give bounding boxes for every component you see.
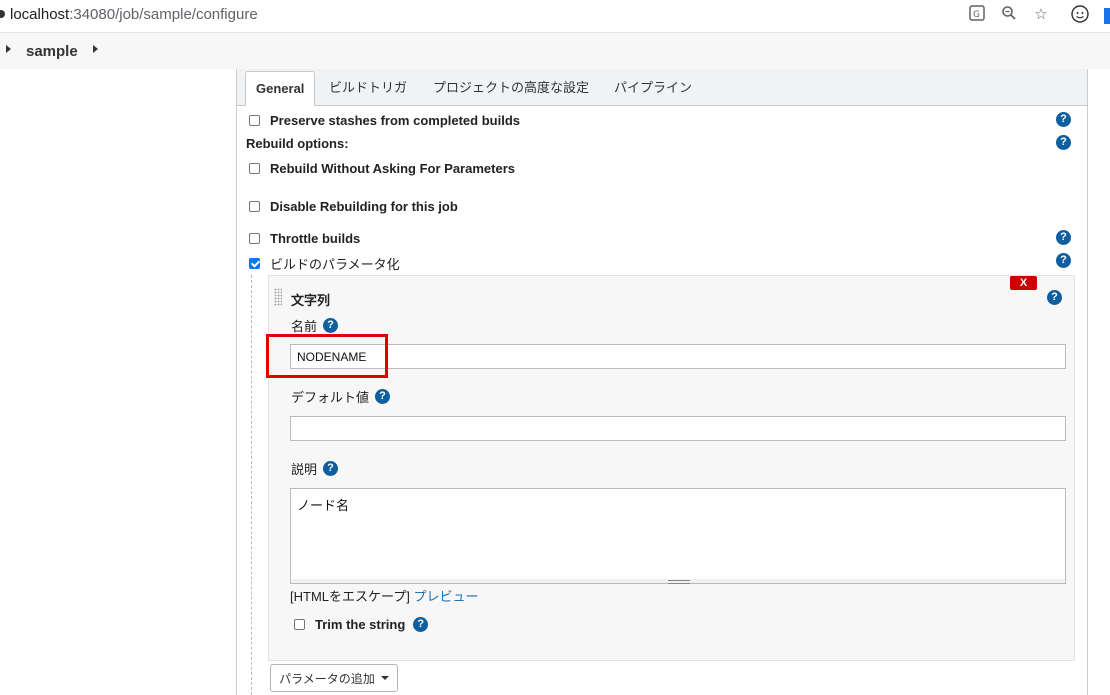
rebuild-options-label: Rebuild options: [246, 136, 349, 151]
tab-general[interactable]: General [245, 71, 316, 106]
star-icon[interactable]: ☆ [1031, 5, 1051, 25]
name-label-text: 名前 [291, 319, 318, 334]
tab-pipeline[interactable]: パイプライン [614, 77, 692, 96]
help-icon[interactable]: ? [1047, 290, 1062, 305]
parameter-indent-line [251, 275, 252, 695]
default-label-text: デフォルト値 [291, 390, 370, 405]
profile-icon[interactable] [1070, 5, 1090, 25]
default-value-label: デフォルト値 ? [291, 387, 391, 406]
rebuild-without-asking-checkbox[interactable] [249, 163, 260, 174]
parameter-type-label: 文字列 [291, 293, 331, 308]
name-field-label: 名前 ? [291, 316, 339, 335]
chevron-down-icon [380, 676, 389, 680]
trim-string-option: Trim the string ? [294, 617, 429, 632]
add-parameter-label: パラメータの追加 [279, 671, 375, 686]
name-input[interactable]: NODENAME [290, 344, 1066, 369]
preserve-stashes-label: Preserve stashes from completed builds [270, 113, 520, 128]
throttle-builds-checkbox[interactable] [249, 233, 260, 244]
help-icon[interactable]: ? [1056, 253, 1071, 268]
description-textarea[interactable]: ノード名 [290, 488, 1066, 580]
site-info-icon[interactable] [0, 10, 5, 18]
help-icon[interactable]: ? [375, 389, 391, 404]
disable-rebuilding-label: Disable Rebuilding for this job [270, 199, 458, 214]
escape-html-note: [HTMLをエスケープ] プレビュー [290, 586, 478, 605]
url-host: localhost [10, 6, 70, 23]
preserve-stashes-checkbox[interactable] [249, 115, 260, 126]
breadcrumb-arrow-icon[interactable] [93, 45, 98, 53]
help-icon[interactable]: ? [1056, 230, 1071, 245]
breadcrumb-arrow-icon[interactable] [6, 45, 11, 53]
string-parameter-block: X ? 文字列 名前 ? NODENAME デフォルト値 ? 説明 ? ノード名… [268, 275, 1075, 661]
preview-link[interactable]: プレビュー [413, 589, 478, 604]
browser-toolbar: localhost:34080/job/sample/configure G ☆ [0, 0, 1110, 33]
tab-bar: General ビルドトリガ プロジェクトの高度な設定 パイプライン [237, 69, 1087, 106]
highlight-box [266, 334, 388, 378]
parameterized-option: ビルドのパラメータ化 [249, 254, 400, 273]
svg-text:G: G [973, 10, 980, 20]
url-path: :34080/job/sample/configure [69, 6, 258, 23]
trim-string-checkbox[interactable] [294, 619, 305, 630]
trim-string-label: Trim the string [315, 617, 406, 632]
help-icon[interactable]: ? [413, 617, 429, 632]
description-label-text: 説明 [291, 462, 318, 477]
help-icon[interactable]: ? [1056, 135, 1071, 150]
help-icon[interactable]: ? [323, 461, 339, 476]
tab-advanced-project[interactable]: プロジェクトの高度な設定 [433, 77, 589, 96]
rebuild-options-heading: Rebuild options: [246, 136, 349, 151]
breadcrumb: sample [0, 33, 1110, 69]
breadcrumb-job[interactable]: sample [26, 43, 78, 60]
throttle-builds-option: Throttle builds [249, 231, 360, 246]
tab-build-triggers[interactable]: ビルドトリガ [329, 77, 407, 96]
disable-rebuilding-option: Disable Rebuilding for this job [249, 199, 458, 214]
help-icon[interactable]: ? [323, 318, 339, 333]
rebuild-without-asking-option: Rebuild Without Asking For Parameters [249, 161, 515, 176]
default-value-input[interactable] [290, 416, 1066, 441]
zoom-icon[interactable] [999, 5, 1019, 25]
translate-icon[interactable]: G [967, 5, 987, 25]
textarea-resize-handle[interactable] [290, 579, 1066, 584]
add-parameter-button[interactable]: パラメータの追加 [270, 664, 398, 692]
escape-html-text: [HTMLをエスケープ] [290, 589, 410, 604]
preserve-stashes-option: Preserve stashes from completed builds [249, 113, 520, 128]
parameterized-checkbox[interactable] [249, 258, 260, 269]
rebuild-without-asking-label: Rebuild Without Asking For Parameters [270, 161, 515, 176]
config-panel: General ビルドトリガ プロジェクトの高度な設定 パイプライン Prese… [236, 69, 1088, 695]
description-label: 説明 ? [291, 459, 339, 478]
extension-icon[interactable] [1104, 8, 1110, 24]
throttle-builds-label: Throttle builds [270, 231, 361, 246]
parameterized-label: ビルドのパラメータ化 [270, 257, 400, 272]
help-icon[interactable]: ? [1056, 112, 1071, 127]
disable-rebuilding-checkbox[interactable] [249, 201, 260, 212]
address-bar[interactable]: localhost:34080/job/sample/configure [10, 6, 258, 23]
drag-handle-icon[interactable] [274, 288, 282, 306]
delete-parameter-button[interactable]: X [1010, 276, 1037, 290]
